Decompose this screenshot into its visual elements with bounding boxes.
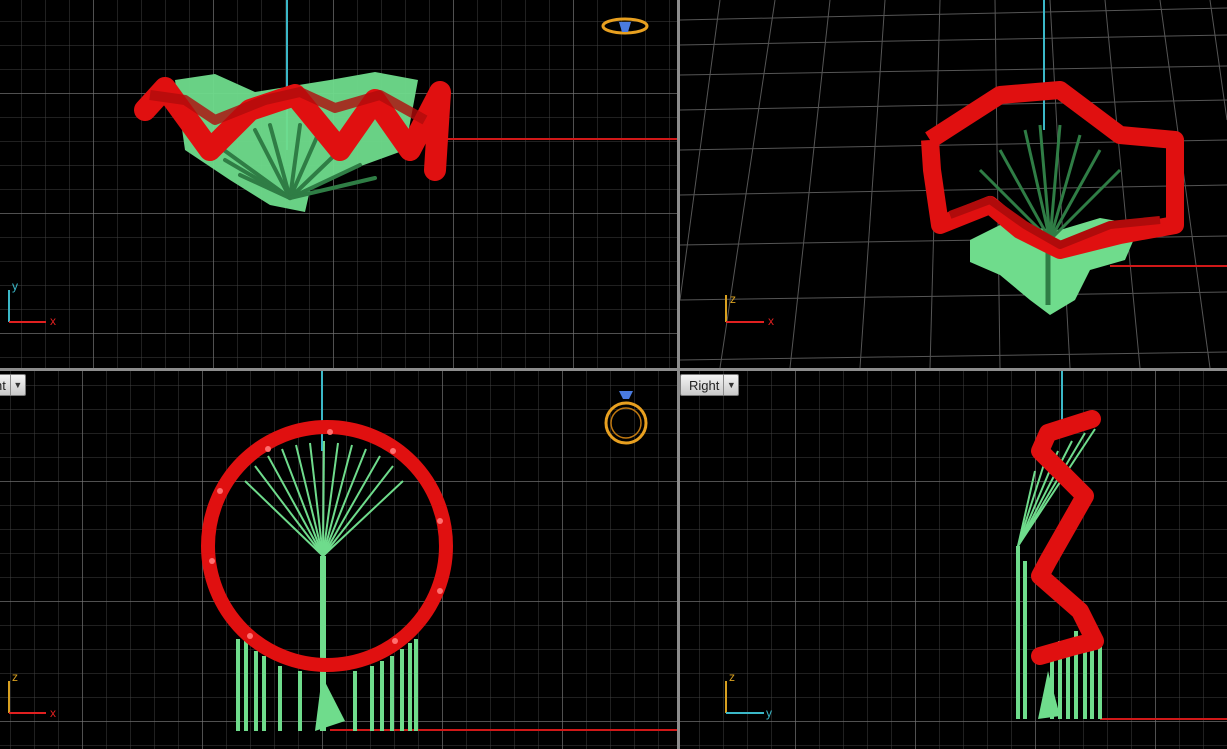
viewport-splitter-horizontal[interactable] xyxy=(0,368,1227,371)
right-view-model: z y xyxy=(725,371,1227,720)
chevron-down-icon[interactable]: ▼ xyxy=(9,375,25,395)
axis-label-horizontal: x xyxy=(50,314,56,328)
axis-label-vertical: z xyxy=(730,292,736,306)
viewport-perspective[interactable]: z x xyxy=(680,0,1227,368)
viewport-right[interactable]: z y Right ▼ xyxy=(680,371,1227,749)
top-view-model: y x xyxy=(8,0,677,328)
axis-triad-top xyxy=(8,290,46,323)
viewport-label-text: nt xyxy=(0,377,6,393)
center-cone xyxy=(1038,671,1060,719)
perspective-grid xyxy=(680,0,1227,368)
axis-label-horizontal: x xyxy=(50,706,56,720)
ring-front-view-icon xyxy=(604,391,648,445)
perspective-view: z x xyxy=(680,0,1227,368)
axis-label-horizontal: x xyxy=(768,314,774,328)
axis-label-horizontal: y xyxy=(766,706,772,720)
front-view-model: z x xyxy=(8,371,677,731)
viewport-label-right[interactable]: Right ▼ xyxy=(680,374,740,396)
chevron-down-icon[interactable]: ▼ xyxy=(723,375,738,395)
viewport-front[interactable]: z x nt ▼ xyxy=(0,371,677,749)
axis-label-vertical: z xyxy=(12,670,18,684)
viewport-label-text: Right xyxy=(689,377,720,393)
axis-label-vertical: z xyxy=(729,670,735,684)
axis-triad-right xyxy=(725,681,764,714)
axis-label-vertical: y xyxy=(12,279,18,293)
viewport-top[interactable]: y x xyxy=(0,0,677,368)
red-band-profile xyxy=(1031,410,1104,665)
viewport-label-front[interactable]: nt ▼ xyxy=(0,374,26,396)
axis-triad-front xyxy=(8,681,46,714)
prong-fan xyxy=(244,440,404,557)
ring-top-view-icon xyxy=(601,17,649,35)
center-cone xyxy=(315,676,345,731)
viewport-splitter-vertical[interactable] xyxy=(677,0,680,749)
